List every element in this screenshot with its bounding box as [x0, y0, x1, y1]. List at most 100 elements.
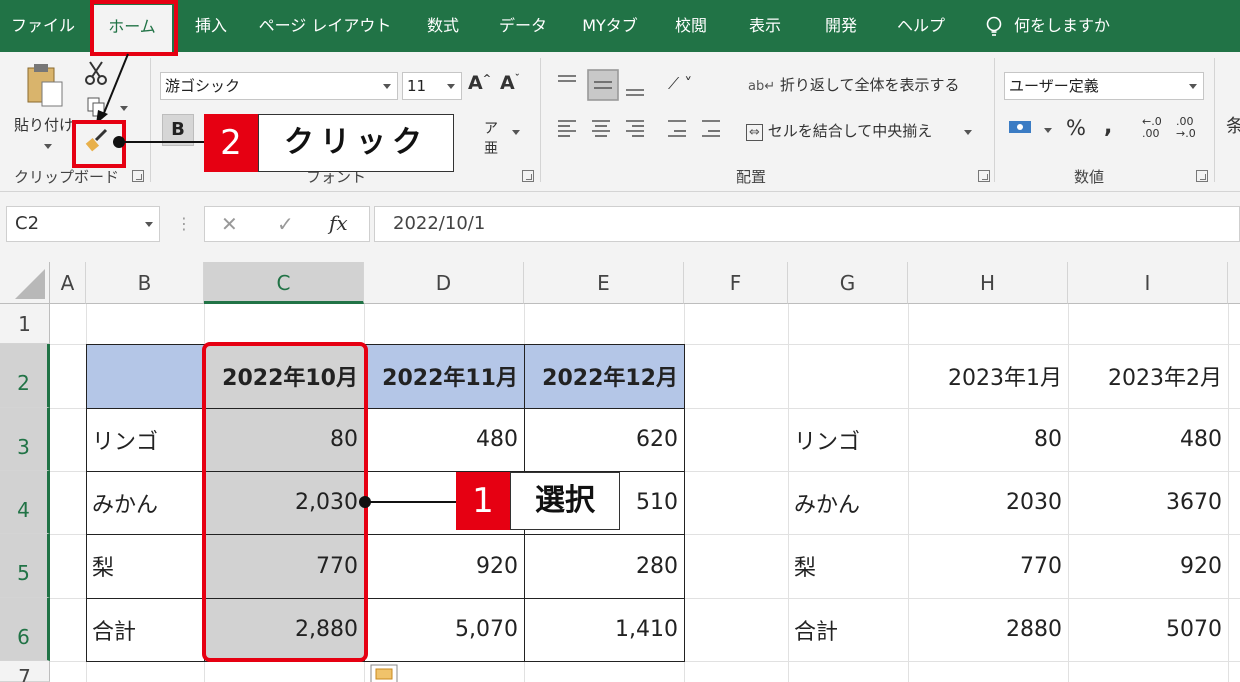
- row-header-5[interactable]: 5: [0, 534, 50, 598]
- table1-row-label[interactable]: リンゴ: [86, 408, 204, 471]
- tab-formulas[interactable]: 数式: [412, 0, 474, 52]
- number-format-combo[interactable]: ユーザー定義: [1004, 72, 1204, 100]
- table2-cell[interactable]: 80: [908, 408, 1068, 471]
- tab-view[interactable]: 表示: [734, 0, 796, 52]
- font-size-combo[interactable]: 11: [402, 72, 462, 100]
- row-header-6[interactable]: 6: [0, 598, 50, 661]
- table2-cell[interactable]: 480: [1068, 408, 1228, 471]
- column-header-e[interactable]: E: [524, 262, 684, 304]
- table1-cell[interactable]: 280: [524, 534, 684, 598]
- percent-style-button[interactable]: %: [1066, 116, 1086, 140]
- tab-insert[interactable]: 挿入: [180, 0, 242, 52]
- tab-developer[interactable]: 開発: [810, 0, 872, 52]
- select-all-corner[interactable]: [0, 262, 50, 304]
- table2-row-label[interactable]: みかん: [788, 471, 908, 534]
- table1-cell[interactable]: 1,410: [524, 598, 684, 661]
- tab-page-layout[interactable]: ページ レイアウト: [252, 0, 398, 52]
- phonetic-button[interactable]: ア亜: [484, 118, 498, 158]
- table1-row-label[interactable]: 梨: [86, 534, 204, 598]
- table1-header-cell[interactable]: 2022年11月: [364, 344, 524, 408]
- tab-file[interactable]: ファイル: [6, 0, 80, 52]
- merge-center-button[interactable]: ⇔ セルを結合して中央揃え: [746, 120, 932, 141]
- merge-dropdown-icon[interactable]: [964, 130, 972, 135]
- step-1-number: 1: [456, 472, 510, 530]
- comma-style-button[interactable]: ,: [1104, 114, 1112, 139]
- alignment-launcher-icon[interactable]: [978, 170, 990, 182]
- paste-icon[interactable]: [26, 62, 66, 110]
- enter-check-icon[interactable]: ✓: [277, 212, 294, 236]
- wrap-text-button[interactable]: ab↵ 折り返して全体を表示する: [748, 74, 959, 95]
- tell-me-search[interactable]: 何をしますか: [1014, 0, 1124, 52]
- worksheet-grid: A B C D E F G H I 1 2 3 4 5 6 7 2022年10月…: [0, 262, 1240, 682]
- row-header-1[interactable]: 1: [0, 304, 50, 344]
- decrease-decimal-icon[interactable]: .00 →.0: [1176, 116, 1196, 140]
- number-format-value: ユーザー定義: [1009, 77, 1099, 95]
- column-header-j[interactable]: [1228, 262, 1240, 304]
- table2-cell[interactable]: 2880: [908, 598, 1068, 661]
- gridline: [1228, 304, 1229, 682]
- column-header-g[interactable]: G: [788, 262, 908, 304]
- table1-header-cell[interactable]: 2022年12月: [524, 344, 684, 408]
- table2-row-label[interactable]: 梨: [788, 534, 908, 598]
- table1-cell[interactable]: 920: [364, 534, 524, 598]
- orientation-icon[interactable]: ⟋ ˅: [668, 74, 692, 94]
- insert-function-icon[interactable]: fx: [329, 211, 348, 235]
- row-header-7[interactable]: 7: [0, 661, 50, 682]
- tab-review[interactable]: 校閲: [660, 0, 722, 52]
- table2-header-cell[interactable]: 2023年1月: [908, 344, 1068, 408]
- table2-row-label[interactable]: リンゴ: [788, 408, 908, 471]
- formula-input[interactable]: 2022/10/1: [374, 206, 1240, 242]
- shrink-font-button[interactable]: Aˇ: [500, 72, 520, 94]
- table2-cell[interactable]: 770: [908, 534, 1068, 598]
- table2-header-cell[interactable]: 2023年2月: [1068, 344, 1228, 408]
- table2-cell[interactable]: 920: [1068, 534, 1228, 598]
- step-2-label: クリック: [258, 114, 454, 172]
- tab-help[interactable]: ヘルプ: [886, 0, 956, 52]
- paste-button-label[interactable]: 貼り付け: [14, 114, 74, 135]
- tab-mytab[interactable]: MYタブ: [568, 0, 652, 52]
- number-launcher-icon[interactable]: [1196, 170, 1208, 182]
- table1-cell[interactable]: 5,070: [364, 598, 524, 661]
- column-header-c[interactable]: C: [204, 262, 364, 304]
- lightbulb-icon: [986, 16, 1002, 36]
- row-header-2[interactable]: 2: [0, 344, 50, 408]
- arrow-icon: [96, 53, 129, 124]
- column-header-b[interactable]: B: [86, 262, 204, 304]
- vertical-align-icons[interactable]: [556, 68, 656, 102]
- accounting-format-icon[interactable]: [1008, 118, 1034, 138]
- row-header-3[interactable]: 3: [0, 408, 50, 471]
- grow-font-button[interactable]: A^: [468, 72, 491, 94]
- font-launcher-icon[interactable]: [522, 170, 534, 182]
- step-2-number: 2: [204, 114, 258, 172]
- column-header-i[interactable]: I: [1068, 262, 1228, 304]
- quick-analysis-icon[interactable]: [370, 664, 398, 682]
- table1-cell[interactable]: 480: [364, 408, 524, 471]
- phonetic-dropdown-icon[interactable]: [512, 130, 520, 135]
- table2-cell[interactable]: 2030: [908, 471, 1068, 534]
- table2-cell[interactable]: 5070: [1068, 598, 1228, 661]
- ribbon-separator: [1214, 58, 1215, 182]
- tab-data[interactable]: データ: [488, 0, 558, 52]
- horizontal-align-icons[interactable]: [556, 118, 726, 140]
- row-header-4[interactable]: 4: [0, 471, 50, 534]
- column-header-h[interactable]: H: [908, 262, 1068, 304]
- table1-row-label[interactable]: 合計: [86, 598, 204, 661]
- ribbon-separator: [540, 58, 541, 182]
- table1-row-label[interactable]: みかん: [86, 471, 204, 534]
- shrink-font-label: A: [500, 72, 515, 94]
- clipboard-launcher-icon[interactable]: [132, 170, 144, 182]
- cancel-icon[interactable]: ✕: [221, 212, 238, 236]
- column-header-d[interactable]: D: [364, 262, 524, 304]
- table2-row-label[interactable]: 合計: [788, 598, 908, 661]
- column-header-f[interactable]: F: [684, 262, 788, 304]
- paste-dropdown-icon[interactable]: [44, 144, 52, 149]
- font-name-combo[interactable]: 游ゴシック: [160, 72, 398, 100]
- increase-decimal-icon[interactable]: ←.0.00: [1142, 116, 1162, 140]
- conditional-format-button[interactable]: 条: [1226, 112, 1240, 138]
- accounting-dropdown-icon[interactable]: [1044, 128, 1052, 133]
- ribbon-separator: [994, 58, 995, 182]
- table1-cell[interactable]: 620: [524, 408, 684, 471]
- column-header-a[interactable]: A: [50, 262, 86, 304]
- name-box[interactable]: C2: [6, 206, 160, 242]
- table2-cell[interactable]: 3670: [1068, 471, 1228, 534]
